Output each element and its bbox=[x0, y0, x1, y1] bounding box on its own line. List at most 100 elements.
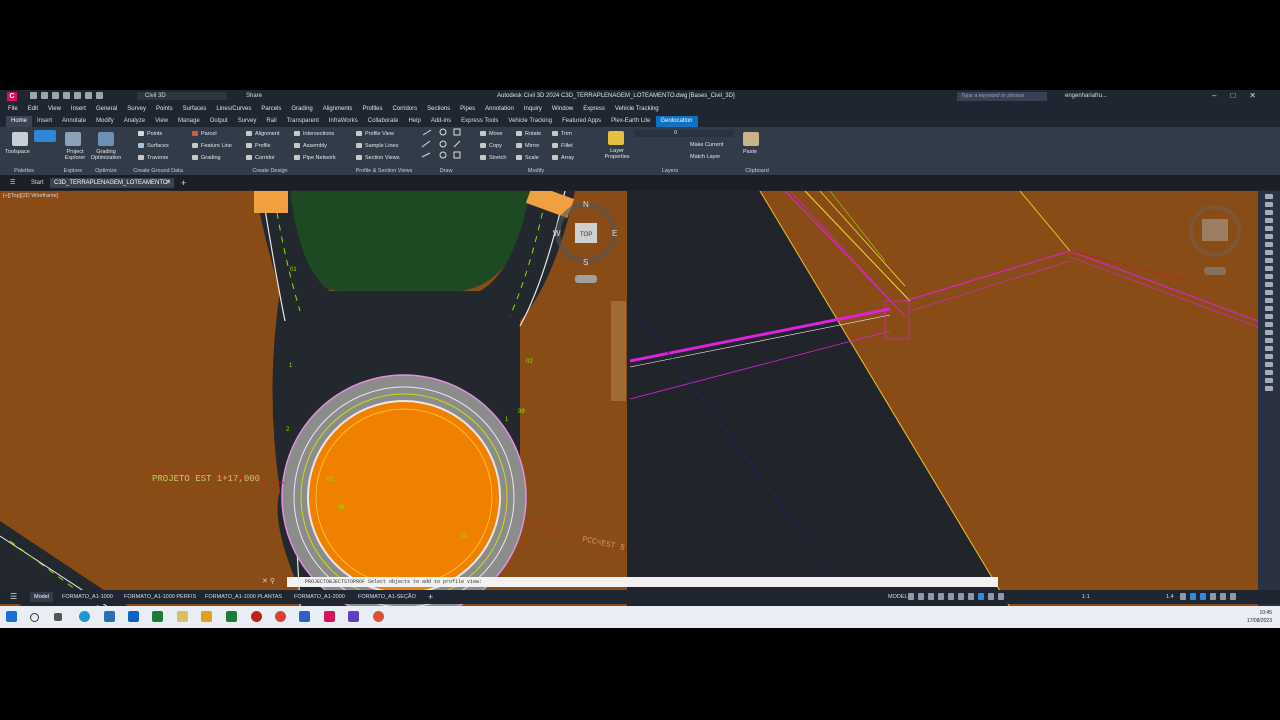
tool-icon[interactable] bbox=[1265, 202, 1273, 207]
menu-item[interactable]: Points bbox=[156, 104, 173, 115]
palette-icons[interactable] bbox=[34, 130, 56, 142]
ribbon-tab[interactable]: Output bbox=[205, 116, 233, 127]
app-red-icon[interactable] bbox=[251, 611, 262, 622]
minimize-icon[interactable]: – bbox=[1212, 91, 1216, 100]
tool-icon[interactable] bbox=[1265, 354, 1273, 359]
toolspace-button[interactable]: Toolspace bbox=[5, 149, 30, 155]
tool-icon[interactable] bbox=[1265, 266, 1273, 271]
ribbon-tab[interactable]: Manage bbox=[173, 116, 205, 127]
menu-item[interactable]: Surfaces bbox=[183, 104, 207, 115]
ribbon-tab[interactable]: Collaborate bbox=[363, 116, 404, 127]
sample-lines-button[interactable]: Sample Lines bbox=[356, 143, 398, 149]
close-command-icon[interactable]: ✕ bbox=[262, 578, 268, 585]
tool-icon[interactable] bbox=[1265, 298, 1273, 303]
intersections-button[interactable]: Intersections bbox=[294, 131, 334, 137]
profile-view-button[interactable]: Profile View bbox=[356, 131, 394, 137]
section-views-button[interactable]: Section Views bbox=[356, 155, 399, 161]
surfaces-button[interactable]: Surfaces bbox=[138, 143, 169, 149]
viewport-label[interactable]: [+][Top][2D Wireframe] bbox=[3, 193, 58, 199]
tool-icon[interactable] bbox=[1265, 386, 1273, 391]
copy-button[interactable]: Copy bbox=[480, 143, 502, 149]
tool-icon[interactable] bbox=[1265, 282, 1273, 287]
tool-icon[interactable] bbox=[1265, 290, 1273, 295]
menu-item[interactable]: Survey bbox=[127, 104, 146, 115]
excel2-icon[interactable] bbox=[226, 611, 237, 622]
user-account[interactable]: engenhariafru... bbox=[1065, 93, 1107, 99]
ribbon-tab[interactable]: Insert bbox=[32, 116, 57, 127]
layout-tab[interactable]: FORMATO_A1-2000 bbox=[290, 592, 349, 602]
tool-icon[interactable] bbox=[1265, 250, 1273, 255]
mail-icon[interactable] bbox=[128, 611, 139, 622]
traverse-button[interactable]: Traverse bbox=[138, 155, 169, 161]
ribbon-tab[interactable]: Modify bbox=[91, 116, 119, 127]
parcel-button[interactable]: Parcel bbox=[192, 131, 217, 137]
paste-icon[interactable] bbox=[743, 132, 759, 146]
excel-icon[interactable] bbox=[152, 611, 163, 622]
layer-properties-button[interactable]: Layer Properties bbox=[602, 148, 632, 160]
toolspace-icon[interactable] bbox=[12, 132, 28, 146]
grading-optimization-icon[interactable] bbox=[98, 132, 114, 146]
command-line[interactable]: PROJECTOBJECTSTOPROF Select objects to a… bbox=[287, 577, 998, 587]
tool-icon[interactable] bbox=[1265, 274, 1273, 279]
system-clock[interactable]: 10:45 17/08/2023 bbox=[1247, 609, 1272, 625]
drawing-tab[interactable]: C3D_TERRAPLENAGEM_LOTEAMENTO* bbox=[50, 178, 174, 188]
ribbon-tab[interactable]: Rail bbox=[261, 116, 281, 127]
menu-item[interactable]: Profiles bbox=[362, 104, 382, 115]
layout-tab[interactable]: FORMATO_A1-1000 PERFIS bbox=[120, 592, 200, 602]
paste-button[interactable]: Paste bbox=[743, 149, 757, 155]
ribbon-tab[interactable]: Analyze bbox=[119, 116, 150, 127]
snap-icon[interactable] bbox=[918, 593, 924, 600]
rotate-button[interactable]: Rotate bbox=[516, 131, 541, 137]
windows-start-icon[interactable] bbox=[6, 611, 17, 622]
menu-item[interactable]: Pipes bbox=[460, 104, 475, 115]
menu-item[interactable]: Annotation bbox=[485, 104, 514, 115]
annotation-icon[interactable] bbox=[988, 593, 994, 600]
clean-screen-icon[interactable] bbox=[1200, 593, 1206, 600]
layout-tab[interactable]: FORMATO_A1-1000 bbox=[58, 592, 117, 602]
layer-dropdown[interactable]: 0 bbox=[634, 130, 734, 137]
redo-icon[interactable] bbox=[96, 92, 103, 99]
tool-icon[interactable] bbox=[1265, 218, 1273, 223]
app-blue-icon[interactable] bbox=[299, 611, 310, 622]
app-logo[interactable]: C bbox=[7, 92, 17, 101]
maximize-icon[interactable]: □ bbox=[1230, 91, 1235, 100]
tool-icon[interactable] bbox=[1265, 378, 1273, 383]
folder-icon[interactable] bbox=[177, 611, 188, 622]
corridor-button[interactable]: Corridor bbox=[246, 155, 275, 161]
tool-icon[interactable] bbox=[1265, 306, 1273, 311]
ortho-icon[interactable] bbox=[928, 593, 934, 600]
pipe-network-button[interactable]: Pipe Network bbox=[294, 155, 336, 161]
menu-item[interactable]: Window bbox=[552, 104, 573, 115]
grading-button[interactable]: Grading bbox=[192, 155, 221, 161]
ribbon-tab[interactable]: Help bbox=[403, 116, 425, 127]
civil3d-taskbar-icon[interactable] bbox=[324, 611, 335, 622]
menu-item[interactable]: Corridors bbox=[392, 104, 417, 115]
tool-icon[interactable] bbox=[1265, 210, 1273, 215]
tool-icon[interactable] bbox=[1265, 370, 1273, 375]
mirror-button[interactable]: Mirror bbox=[516, 143, 539, 149]
menu-item[interactable]: Grading bbox=[291, 104, 312, 115]
search-input[interactable]: Type a keyword or phrase bbox=[957, 92, 1047, 101]
tool-icon[interactable] bbox=[1265, 194, 1273, 199]
move-button[interactable]: Move bbox=[480, 131, 502, 137]
menu-item[interactable]: Lines/Curves bbox=[216, 104, 251, 115]
hamburger-icon[interactable]: ☰ bbox=[6, 178, 19, 188]
file-explorer-icon[interactable] bbox=[104, 611, 115, 622]
selection-cycling-icon[interactable] bbox=[978, 593, 984, 600]
object-snap-icon[interactable] bbox=[958, 593, 964, 600]
ribbon-tab[interactable]: View bbox=[150, 116, 173, 127]
close-tab-icon[interactable]: ✕ bbox=[162, 178, 175, 188]
new-icon[interactable] bbox=[30, 92, 37, 99]
project-explorer-button[interactable]: Project Explorer bbox=[61, 149, 89, 161]
chrome-icon[interactable] bbox=[275, 611, 286, 622]
fillet-button[interactable]: Fillet bbox=[552, 143, 573, 149]
teams-icon[interactable] bbox=[348, 611, 359, 622]
fullscreen-icon[interactable] bbox=[1230, 593, 1236, 600]
saveas-icon[interactable] bbox=[63, 92, 70, 99]
menu-item[interactable]: Sections bbox=[427, 104, 450, 115]
ribbon-tab[interactable]: Survey bbox=[233, 116, 262, 127]
stretch-button[interactable]: Stretch bbox=[480, 155, 506, 161]
ribbon-tab[interactable]: Vehicle Tracking bbox=[503, 116, 557, 127]
tool-icon[interactable] bbox=[1265, 346, 1273, 351]
feature-line-button[interactable]: Feature Line bbox=[192, 143, 232, 149]
